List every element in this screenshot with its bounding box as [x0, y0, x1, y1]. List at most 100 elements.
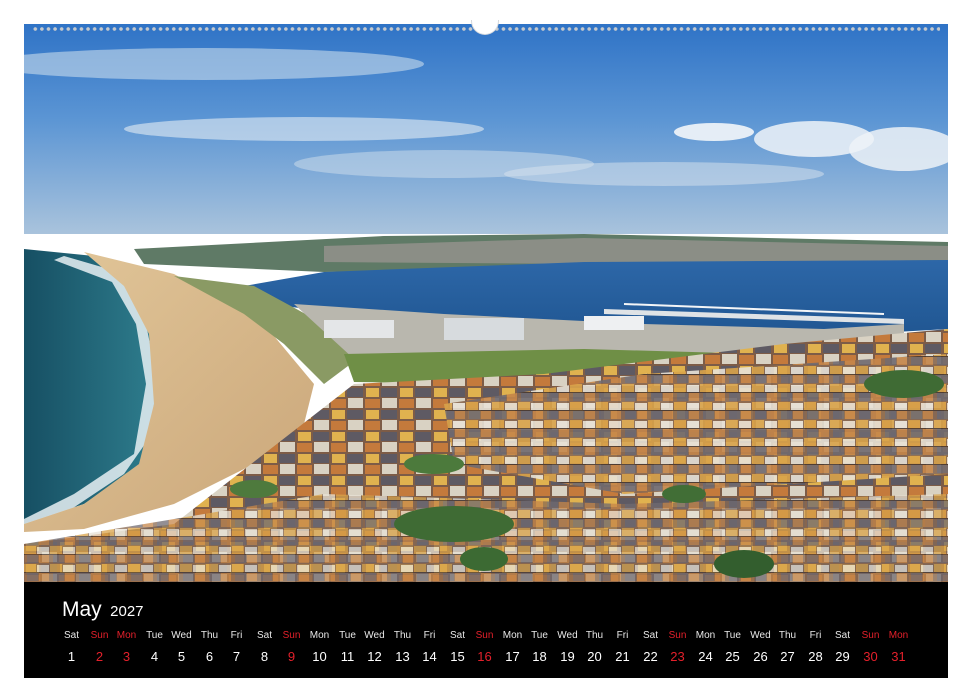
day-number: 18: [532, 649, 547, 664]
day-number: 24: [698, 649, 713, 664]
day-cell: Sun 9: [278, 630, 305, 666]
weekday-label: Tue: [531, 630, 548, 641]
weekday-label: Mon: [309, 630, 330, 641]
day-cell: Thu 13: [389, 630, 416, 666]
day-number: 25: [725, 649, 740, 664]
weekday-label: Wed: [171, 630, 192, 641]
day-cell: Wed 12: [361, 630, 388, 666]
day-number: 13: [395, 649, 410, 664]
month-name: May: [62, 598, 102, 621]
day-cell: Fri 28: [802, 630, 829, 666]
weekday-label: Mon: [695, 630, 716, 641]
day-number: 20: [587, 649, 602, 664]
day-cell: Tue 4: [141, 630, 168, 666]
day-number: 4: [150, 649, 159, 664]
day-cell: Sat 29: [829, 630, 856, 666]
day-cell: Mon 31: [885, 630, 912, 666]
weekday-label: Wed: [557, 630, 578, 641]
day-number: 5: [177, 649, 186, 664]
day-number: 28: [808, 649, 823, 664]
coastal-town-photo: [24, 24, 948, 582]
day-number: 11: [340, 649, 355, 664]
day-number: 8: [260, 649, 269, 664]
day-number: 26: [753, 649, 768, 664]
day-number: 1: [67, 649, 76, 664]
weekday-label: Fri: [230, 630, 243, 641]
day-cell: Wed 5: [168, 630, 195, 666]
weekday-label: Sat: [642, 630, 658, 641]
spiral-binding: [24, 20, 948, 36]
day-number: 15: [450, 649, 465, 664]
weekday-label: Tue: [339, 630, 356, 641]
day-cell: Tue 11: [334, 630, 361, 666]
day-number: 30: [863, 649, 878, 664]
weekday-label: Fri: [423, 630, 436, 641]
weekday-label: Sun: [861, 630, 880, 641]
weekday-label: Sun: [90, 630, 109, 641]
day-number: 9: [287, 649, 296, 664]
weekday-label: Sat: [834, 630, 850, 641]
weekday-label: Tue: [146, 630, 163, 641]
day-number: 29: [835, 649, 850, 664]
day-number: 19: [560, 649, 575, 664]
weekday-label: Mon: [888, 630, 909, 641]
weekday-label: Sat: [449, 630, 465, 641]
day-cell: Sat 15: [444, 630, 471, 666]
day-cell: Tue 18: [526, 630, 553, 666]
weekday-label: Thu: [393, 630, 412, 641]
weekday-label: Sun: [475, 630, 494, 641]
weekday-label: Sun: [668, 630, 687, 641]
weekday-label: Wed: [364, 630, 385, 641]
weekday-label: Thu: [778, 630, 797, 641]
weekday-label: Sun: [282, 630, 301, 641]
day-number: 14: [422, 649, 437, 664]
weekday-label: Sat: [256, 630, 272, 641]
day-cell: Mon 3: [113, 630, 140, 666]
day-cell: Sat 1: [58, 630, 85, 666]
day-number: 10: [312, 649, 327, 664]
day-number: 23: [670, 649, 685, 664]
day-cell: Sat 8: [251, 630, 278, 666]
day-cell: Mon 24: [692, 630, 719, 666]
day-number: 7: [232, 649, 241, 664]
day-number: 3: [122, 649, 131, 664]
day-number: 17: [505, 649, 520, 664]
day-cell: Thu 6: [196, 630, 223, 666]
day-row: Sat 1 Sun 2 Mon 3 Tue 4 Wed 5 Thu 6 Fri 7 Sat 8 Sun 9 Mon 1…: [58, 630, 934, 670]
weekday-label: Mon: [116, 630, 137, 641]
day-cell: Fri 21: [609, 630, 636, 666]
day-number: 21: [615, 649, 630, 664]
month-title: May 2027: [62, 598, 144, 622]
day-number: 16: [477, 649, 492, 664]
month-calendar-strip: May 2027 Sat 1 Sun 2 Mon 3 Tue 4 Wed 5 Thu 6 Fri 7 Sat…: [24, 582, 948, 678]
day-cell: Sun 30: [857, 630, 884, 666]
month-year: 2027: [110, 603, 144, 620]
weekday-label: Sat: [63, 630, 79, 641]
weekday-label: Thu: [585, 630, 604, 641]
day-cell: Sun 2: [86, 630, 113, 666]
day-cell: Wed 26: [747, 630, 774, 666]
day-number: 2: [95, 649, 104, 664]
day-number: 12: [367, 649, 382, 664]
calendar-page: May 2027 Sat 1 Sun 2 Mon 3 Tue 4 Wed 5 Thu 6 Fri 7 Sat…: [0, 0, 971, 700]
day-cell: Tue 25: [719, 630, 746, 666]
day-number: 22: [643, 649, 658, 664]
day-cell: Thu 20: [581, 630, 608, 666]
weekday-label: Fri: [809, 630, 822, 641]
day-cell: Sun 23: [664, 630, 691, 666]
day-cell: Wed 19: [554, 630, 581, 666]
day-cell: Mon 10: [306, 630, 333, 666]
day-number: 27: [780, 649, 795, 664]
weekday-label: Fri: [616, 630, 629, 641]
hanger-hole: [471, 20, 499, 35]
day-cell: Fri 14: [416, 630, 443, 666]
day-number: 6: [205, 649, 214, 664]
day-cell: Sat 22: [637, 630, 664, 666]
day-cell: Thu 27: [774, 630, 801, 666]
day-cell: Sun 16: [471, 630, 498, 666]
day-cell: Fri 7: [223, 630, 250, 666]
weekday-label: Thu: [200, 630, 219, 641]
weekday-label: Wed: [750, 630, 771, 641]
day-cell: Mon 17: [499, 630, 526, 666]
weekday-label: Tue: [724, 630, 741, 641]
